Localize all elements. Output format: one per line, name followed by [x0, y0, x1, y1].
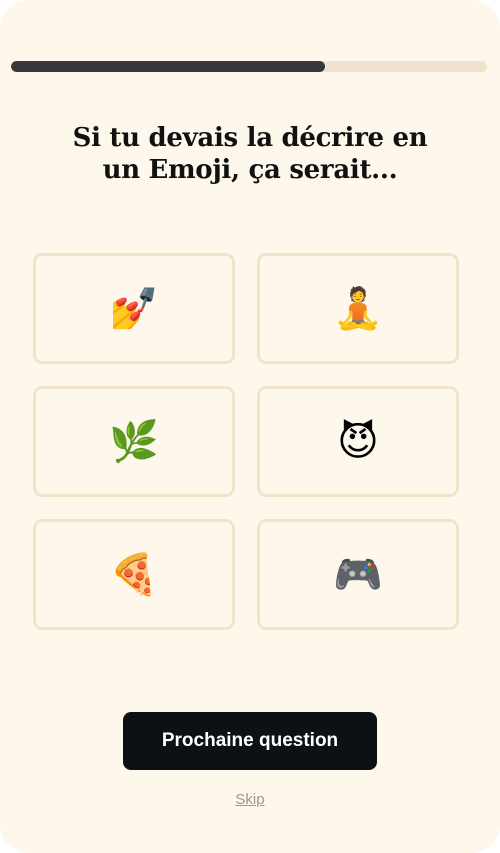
meditation-icon: 🧘 — [333, 285, 383, 332]
option-pizza[interactable]: 🍕 — [33, 519, 235, 630]
option-smiling-devil[interactable]: 😈 — [257, 386, 459, 497]
quiz-screen: Si tu devais la décrire en un Emoji, ça … — [0, 0, 500, 853]
game-controller-icon: 🎮 — [333, 551, 383, 598]
progress-bar-fill — [11, 61, 326, 72]
nail-polish-icon: 💅 — [109, 285, 159, 332]
smiling-devil-icon: 😈 — [337, 418, 379, 465]
option-meditation[interactable]: 🧘 — [257, 253, 459, 364]
option-herb[interactable]: 🌿 — [33, 386, 235, 497]
progress-bar — [11, 61, 487, 72]
question-line-2: un Emoji, ça serait... — [102, 155, 398, 185]
skip-link[interactable]: Skip — [200, 791, 300, 808]
next-question-button[interactable]: Prochaine question — [123, 712, 377, 770]
question-line-1: Si tu devais la décrire en — [72, 123, 428, 153]
option-nail-polish[interactable]: 💅 — [33, 253, 235, 364]
option-game-controller[interactable]: 🎮 — [257, 519, 459, 630]
question-title: Si tu devais la décrire en un Emoji, ça … — [40, 122, 460, 186]
answer-options-grid: 💅 🧘 🌿 😈 🍕 🎮 — [33, 253, 459, 630]
pizza-icon: 🍕 — [109, 551, 159, 598]
herb-icon: 🌿 — [109, 418, 159, 465]
